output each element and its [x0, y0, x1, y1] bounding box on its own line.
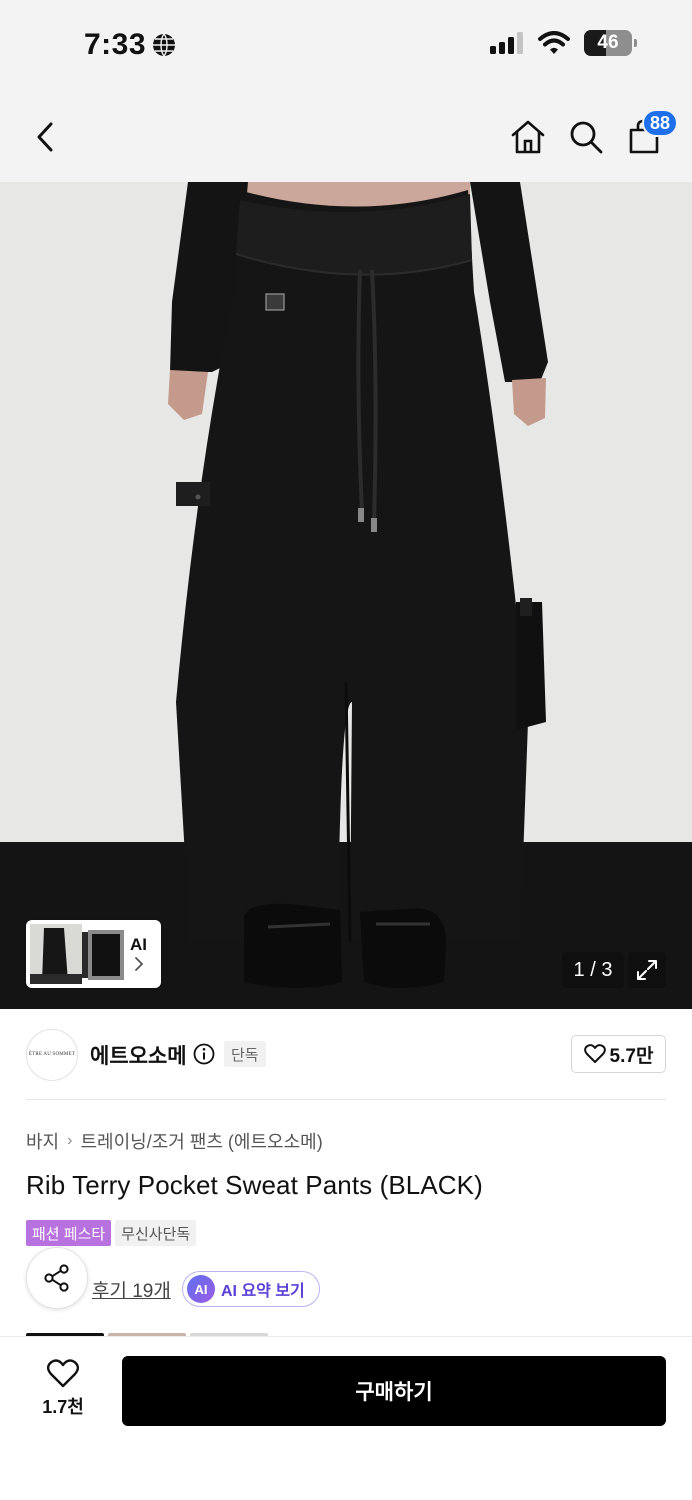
brand-logo[interactable]: ÊTRE AU SOMMET	[26, 1029, 78, 1081]
thumbnail-images	[30, 924, 124, 984]
chevron-left-icon	[37, 122, 53, 152]
heart-icon	[46, 1359, 80, 1388]
cart-count-badge: 88	[642, 109, 679, 137]
expand-icon	[637, 960, 657, 980]
breadcrumb-item-pants[interactable]: 바지	[26, 1128, 59, 1154]
brand-name[interactable]: 에트오소메	[90, 1040, 187, 1070]
status-time-text: 7:33	[84, 28, 147, 61]
cart-button[interactable]: 88	[622, 109, 679, 159]
image-page-counter: 1 / 3	[562, 952, 624, 988]
thumb-ai-label: AI	[130, 935, 147, 973]
globe-icon	[153, 33, 176, 57]
ai-summary-button[interactable]: AI AI 요약 보기	[182, 1271, 320, 1307]
home-icon	[511, 120, 545, 154]
chevron-right-icon: ›	[67, 1132, 73, 1149]
ai-thumbnail-button[interactable]: AI	[26, 920, 161, 988]
search-icon	[570, 121, 603, 154]
product-photo	[0, 182, 692, 1009]
breadcrumb-item-category[interactable]: 트레이닝/조거 팬츠 (에트오소메)	[80, 1128, 322, 1154]
buy-button[interactable]: 구매하기	[122, 1356, 666, 1426]
battery-level: 46	[597, 32, 619, 53]
divider	[26, 1099, 666, 1100]
search-button[interactable]	[564, 115, 608, 159]
brand-like-count: 5.7만	[609, 1045, 654, 1067]
tag-fashion-festa: 패션 페스타	[26, 1220, 112, 1246]
battery-nub	[634, 39, 637, 47]
brand-like-button[interactable]: 5.7만	[571, 1035, 666, 1073]
chevron-right-icon	[134, 957, 143, 971]
tag-musinsa-exclusive: 무신사단독	[115, 1220, 197, 1246]
status-time: 7:33	[84, 28, 176, 62]
review-link[interactable]: 후기 19개	[92, 1276, 171, 1303]
battery-indicator: 46	[584, 30, 637, 56]
thumb-ai-text: AI	[130, 935, 147, 954]
heart-icon	[583, 1044, 606, 1063]
nav-bar: 88	[0, 95, 692, 182]
expand-image-button[interactable]	[628, 952, 666, 988]
home-button[interactable]	[506, 115, 550, 159]
like-button[interactable]: 1.7천	[30, 1359, 96, 1419]
product-image-carousel[interactable]: AI 1 / 3	[0, 182, 692, 1009]
thumbnail-preview	[30, 924, 124, 984]
like-count: 1.7천	[42, 1397, 84, 1417]
ai-badge-icon: AI	[187, 1275, 215, 1303]
product-tags: 패션 페스타 무신사단독	[26, 1220, 197, 1246]
exclusive-badge: 단독	[224, 1041, 266, 1067]
share-icon	[44, 1264, 69, 1292]
brand-row: ÊTRE AU SOMMET 에트오소메 단독 5.7만	[0, 1009, 692, 1099]
cellular-signal-icon	[490, 32, 523, 54]
share-button[interactable]	[26, 1247, 88, 1309]
wifi-icon	[538, 31, 570, 54]
back-button[interactable]	[24, 115, 68, 159]
ai-summary-label: AI 요약 보기	[221, 1283, 305, 1300]
bottom-action-bar: 1.7천 구매하기	[0, 1336, 692, 1500]
info-icon[interactable]	[193, 1043, 215, 1065]
breadcrumb: 바지 › 트레이닝/조거 팬츠 (에트오소메)	[26, 1128, 323, 1154]
status-bar: 7:33 46	[0, 0, 692, 95]
product-title: Rib Terry Pocket Sweat Pants (BLACK)	[26, 1170, 483, 1200]
status-indicators: 46	[490, 30, 637, 56]
